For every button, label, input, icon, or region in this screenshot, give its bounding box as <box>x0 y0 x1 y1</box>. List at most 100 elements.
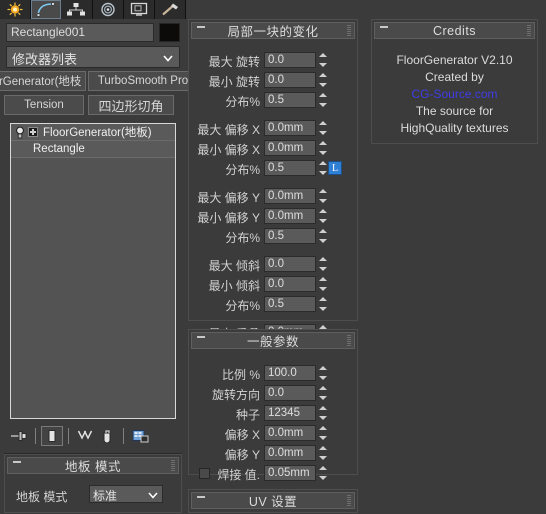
rollout-local-variation-header[interactable]: 局部一块的变化 <box>191 22 355 39</box>
credits-link[interactable]: CG-Source.com <box>411 87 497 101</box>
rotation-distribution-input[interactable]: 0.5 <box>264 92 316 108</box>
offset-y-spinner[interactable] <box>317 445 328 461</box>
min-offset-x-label: 最小 偏移 X <box>197 143 260 157</box>
min-rotation-input[interactable]: 0.0 <box>264 72 316 88</box>
offset-y-distribution-spinner[interactable] <box>317 228 328 244</box>
set-button-quad-chamfer[interactable]: 四边形切角 <box>88 95 174 115</box>
offset-x-input[interactable]: 0.0mm <box>264 425 316 441</box>
param-row-scale-percent: 比例 % 100.0 <box>189 365 357 382</box>
stack-item-floorgenerator[interactable]: FloorGenerator(地板) <box>11 124 175 141</box>
display-tab[interactable] <box>123 0 155 19</box>
rotation-distribution-spinner[interactable] <box>317 92 328 108</box>
param-row-max-tilt: 最大 倾斜 0.0 <box>189 256 357 273</box>
tilt-distribution-spinner[interactable] <box>317 296 328 312</box>
modifier-stack-list[interactable]: FloorGenerator(地板) Rectangle <box>10 123 176 419</box>
min-offset-x-input[interactable]: 0.0mm <box>264 140 316 156</box>
rollout-floor-mode-header[interactable]: 地板 模式 <box>7 457 179 474</box>
offset-y-distribution-label: 分布% <box>225 231 260 245</box>
max-offset-y-input[interactable]: 0.0mm <box>264 188 316 204</box>
object-name-input[interactable]: Rectangle001 <box>6 23 154 42</box>
rotation-direction-input[interactable]: 0.0 <box>264 385 316 401</box>
max-tilt-input[interactable]: 0.0 <box>264 256 316 272</box>
min-tilt-spinner[interactable] <box>317 276 328 292</box>
motion-tab[interactable] <box>92 0 124 19</box>
offset-y-label: 偏移 Y <box>224 448 260 462</box>
object-name-row: Rectangle001 <box>6 23 180 42</box>
create-tab[interactable] <box>0 0 32 19</box>
set-button-tension-label: Tension <box>24 99 64 111</box>
weld-checkbox[interactable] <box>199 468 210 479</box>
hammer-icon <box>162 3 178 16</box>
min-offset-y-label: 最小 偏移 Y <box>197 211 260 225</box>
hierarchy-icon <box>67 3 86 16</box>
max-offset-x-spinner[interactable] <box>317 120 328 136</box>
set-button-turbosmooth-pro[interactable]: TurboSmooth Pro <box>88 71 198 91</box>
set-button-tension[interactable]: Tension <box>4 95 84 115</box>
max-offset-y-label: 最大 偏移 Y <box>197 191 260 205</box>
min-offset-x-spinner[interactable] <box>317 140 328 156</box>
hierarchy-tab[interactable] <box>61 0 93 19</box>
show-end-result-icon[interactable] <box>41 426 63 446</box>
param-row-max-offset-y: 最大 偏移 Y 0.0mm <box>189 188 357 205</box>
rotation-direction-label: 旋转方向 <box>211 388 260 402</box>
weld-value-spinner[interactable] <box>317 465 328 481</box>
weld-value-label: 焊接 值. <box>217 468 260 482</box>
expand-icon[interactable] <box>28 127 38 137</box>
rollout-general-parameters-header[interactable]: 一般参数 <box>191 332 355 349</box>
light-bulb-icon[interactable] <box>14 126 26 139</box>
rollout-general-parameters: 一般参数 比例 % 100.0 旋转方向 0.0 种子 12345 偏移 X 0… <box>188 329 358 482</box>
offset-x-spinner[interactable] <box>317 425 328 441</box>
rotation-distribution-label: 分布% <box>225 95 260 109</box>
seed-spinner[interactable] <box>317 405 328 421</box>
rollout-credits-header[interactable]: Credits <box>374 22 535 39</box>
min-rotation-spinner[interactable] <box>317 72 328 88</box>
chevron-down-icon <box>148 492 158 499</box>
rotation-direction-spinner[interactable] <box>317 385 328 401</box>
min-offset-y-input[interactable]: 0.0mm <box>264 208 316 224</box>
object-color-swatch[interactable] <box>159 23 180 42</box>
stack-item-floorgenerator-label: FloorGenerator(地板) <box>43 127 152 139</box>
floor-mode-select[interactable]: 标准 <box>89 485 163 503</box>
ime-language-badge[interactable]: L <box>328 161 342 175</box>
credits-body: FloorGenerator V2.10 Created by CG-Sourc… <box>372 41 537 137</box>
minus-icon <box>13 461 21 463</box>
rollout-grip <box>347 495 351 506</box>
tilt-distribution-input[interactable]: 0.5 <box>264 296 316 312</box>
offset-x-distribution-spinner[interactable] <box>317 160 328 176</box>
set-button-floorgenerator-label: orGenerator(地枝 <box>0 76 82 88</box>
rollout-uv-settings-header[interactable]: UV 设置 <box>191 492 355 509</box>
param-row-min-offset-y: 最小 偏移 Y 0.0mm <box>189 208 357 225</box>
scale-percent-spinner[interactable] <box>317 365 328 381</box>
make-unique-icon[interactable] <box>74 426 96 446</box>
max-tilt-spinner[interactable] <box>317 256 328 272</box>
pin-stack-icon[interactable] <box>8 426 30 446</box>
modify-tab[interactable] <box>31 0 62 19</box>
rollout-credits-title: Credits <box>432 23 477 38</box>
param-row-rotation-direction: 旋转方向 0.0 <box>189 385 357 402</box>
offset-y-distribution-input[interactable]: 0.5 <box>264 228 316 244</box>
stack-item-rectangle[interactable]: Rectangle <box>11 141 175 158</box>
remove-modifier-icon[interactable] <box>96 426 118 446</box>
max-rotation-spinner[interactable] <box>317 52 328 68</box>
scale-percent-input[interactable]: 100.0 <box>264 365 316 381</box>
credits-tagline-2: HighQuality textures <box>400 121 509 135</box>
param-row-min-tilt: 最小 倾斜 0.0 <box>189 276 357 293</box>
max-rotation-input[interactable]: 0.0 <box>264 52 316 68</box>
modifier-list-dropdown[interactable]: 修改器列表 <box>6 46 180 68</box>
wheel-icon <box>100 2 115 17</box>
max-offset-y-spinner[interactable] <box>317 188 328 204</box>
minus-icon <box>197 496 205 498</box>
offset-x-distribution-input[interactable]: 0.5 <box>264 160 316 176</box>
offset-y-input[interactable]: 0.0mm <box>264 445 316 461</box>
configure-modifier-sets-icon[interactable] <box>129 426 151 446</box>
seed-input[interactable]: 12345 <box>264 405 316 421</box>
rollout-grip <box>347 25 351 36</box>
weld-value-input[interactable]: 0.05mm <box>264 465 316 481</box>
min-offset-y-spinner[interactable] <box>317 208 328 224</box>
min-tilt-input[interactable]: 0.0 <box>264 276 316 292</box>
max-offset-x-input[interactable]: 0.0mm <box>264 120 316 136</box>
utilities-tab[interactable] <box>154 0 186 19</box>
param-row-min-rotation: 最小 旋转 0.0 <box>189 72 357 89</box>
set-button-floorgenerator[interactable]: orGenerator(地枝 <box>0 71 86 91</box>
credits-tagline-1: The source for <box>415 104 494 118</box>
